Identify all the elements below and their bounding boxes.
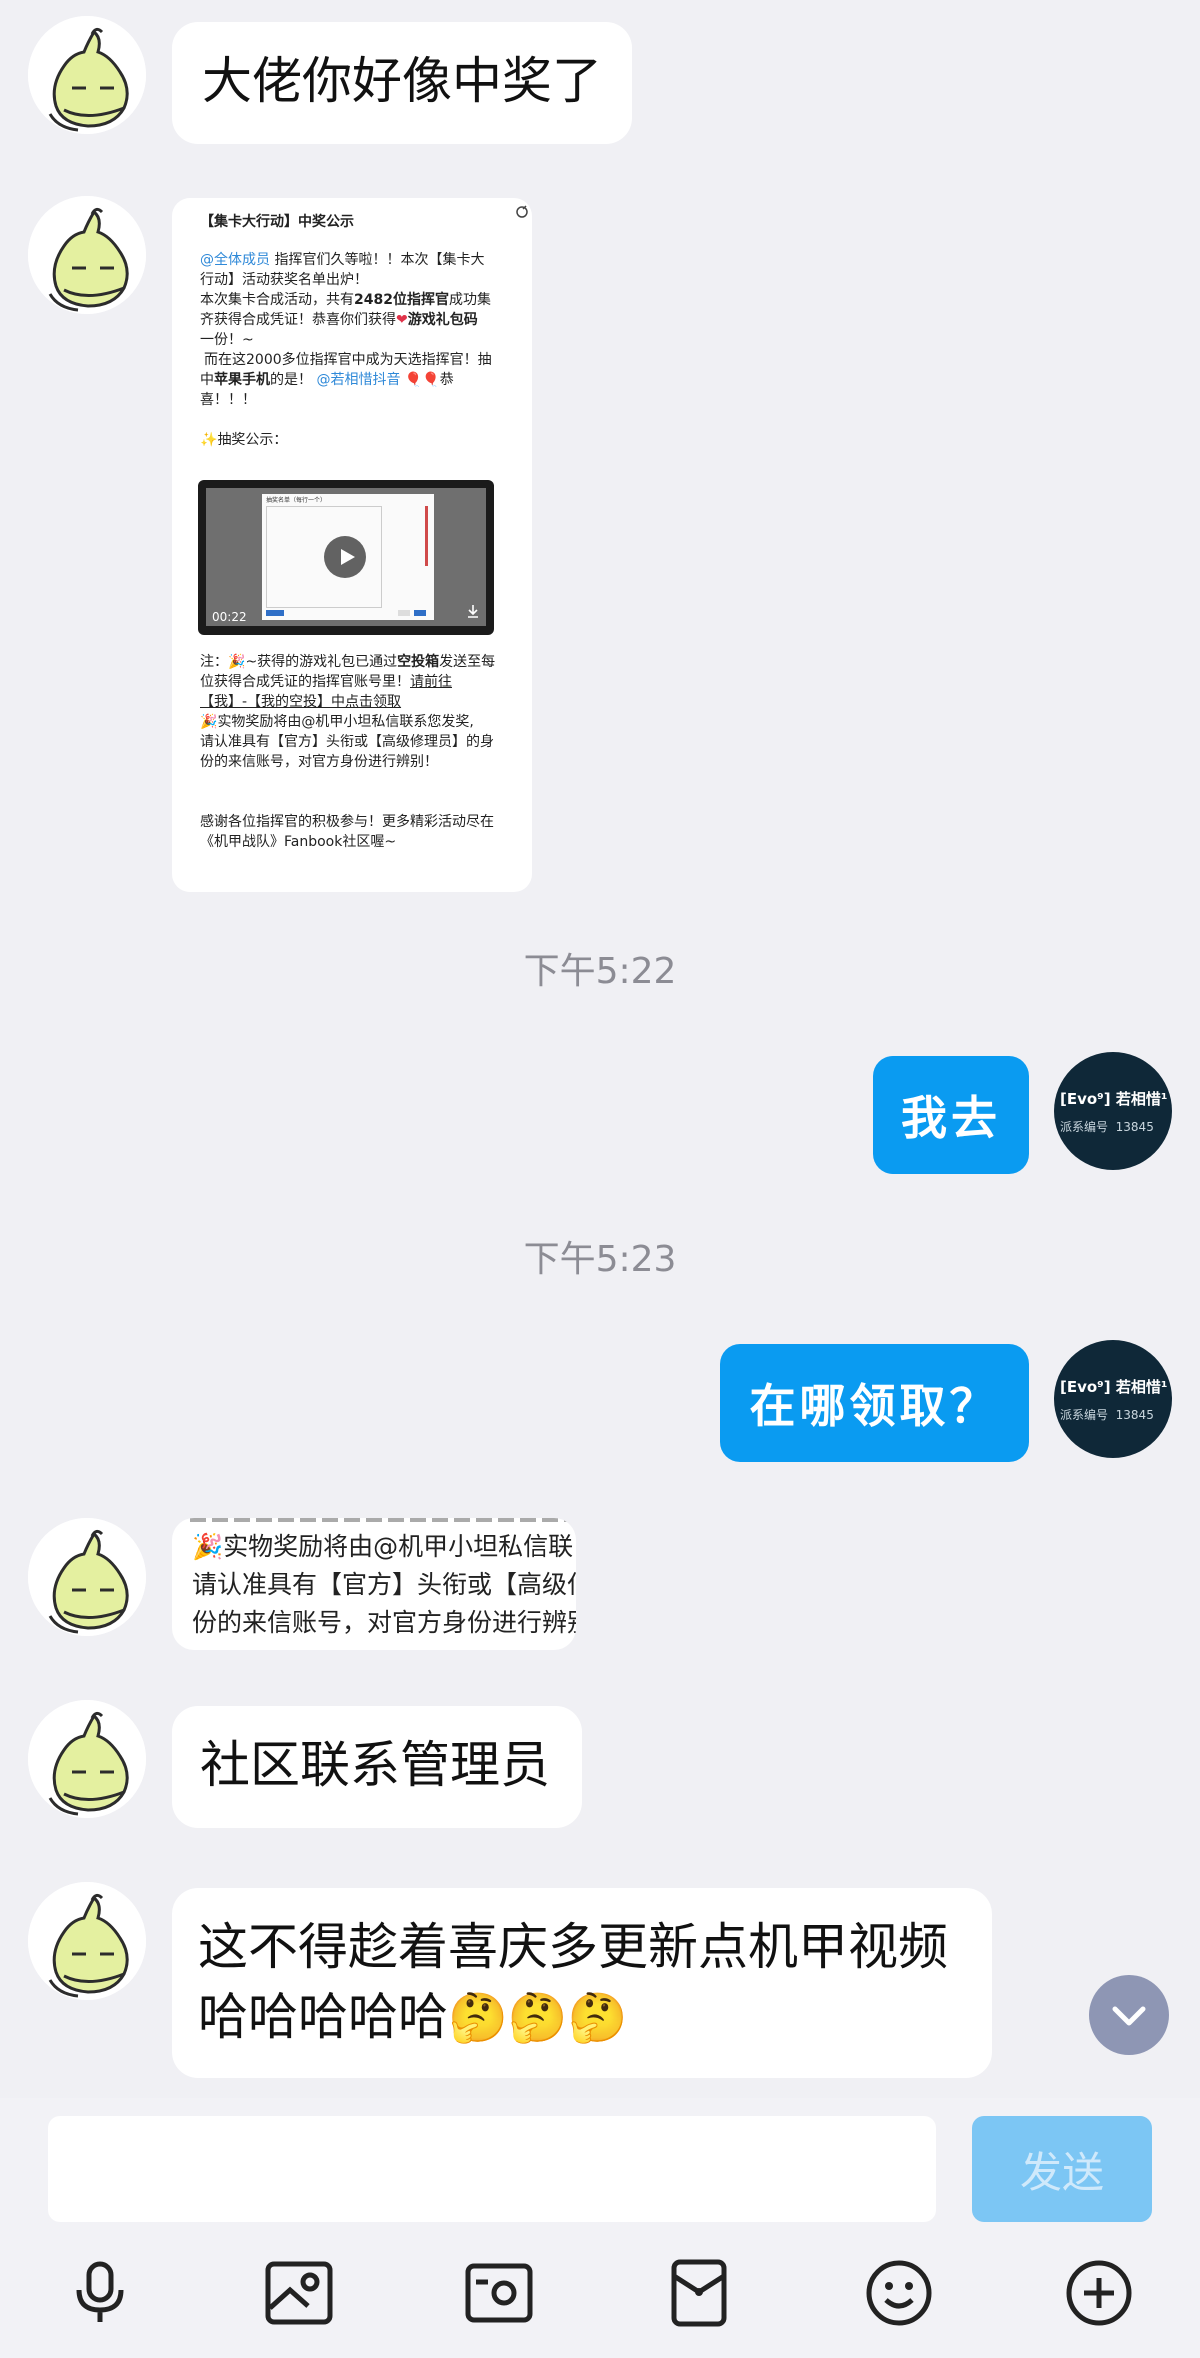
redpacket-icon[interactable] [664, 2258, 734, 2328]
card-title: 【集卡大行动】中奖公示 [200, 214, 354, 230]
timestamp: 下午5:23 [523, 1239, 677, 1280]
avatar[interactable] [28, 16, 146, 134]
card-line: 一份！~ [200, 332, 254, 348]
avatar[interactable] [28, 1518, 146, 1636]
message-text: 社区联系管理员 [200, 1736, 550, 1794]
card-line: 🎉实物奖励将由@机甲小坦私信联系您发奖, [200, 714, 474, 730]
video-thumbnail[interactable]: 抽奖名单（每行一个） 00:22 [198, 480, 494, 635]
avatar[interactable] [28, 1700, 146, 1818]
message-text: 哈哈哈哈哈🤔🤔🤔 [198, 1988, 628, 2046]
card-line: ✨抽奖公示： [200, 432, 288, 448]
input-bar: 发送 [0, 2098, 1200, 2358]
image-message[interactable]: 🎉实物奖励将由@机甲小坦私信联 请认准具有【官方】头衔或【高级仆 份的来信账号，… [172, 1518, 576, 1650]
crop-line: 实物奖励将由@机甲小坦私信联 [223, 1532, 574, 1561]
camera-icon[interactable] [464, 2258, 534, 2328]
message-bubble[interactable]: 大佬你好像中奖了 [172, 22, 632, 144]
timestamp: 下午5:22 [523, 951, 677, 992]
image-icon[interactable] [264, 2258, 334, 2328]
card-line: 齐获得合成凭证！恭喜你们获得❤游戏礼包码 [200, 312, 478, 328]
card-line: 位获得合成凭证的指挥官账号里！请前往 [200, 674, 452, 690]
card-line: 《机甲战队》Fanbook社区喔~ [200, 834, 397, 850]
scroll-to-bottom-button[interactable] [1089, 1975, 1169, 2055]
message-text: 大佬你好像中奖了 [202, 52, 602, 110]
microphone-icon[interactable] [65, 2258, 135, 2328]
avatar-me[interactable]: [Evo⁹] 若相惜¹ 派系编号 13845 [1054, 1052, 1172, 1170]
card-line: 本次集卡合成活动，共有2482位指挥官成功集 [200, 292, 491, 308]
chevron-down-icon [1112, 2006, 1146, 2026]
message-text: 这不得趁着喜庆多更新点机甲视频 [198, 1918, 948, 1976]
play-icon[interactable] [324, 536, 366, 578]
card-line: 【我】-【我的空投】中点击领取 [200, 694, 402, 710]
edit-mark-icon [514, 204, 530, 224]
message-bubble[interactable]: 社区联系管理员 [172, 1706, 582, 1828]
message-bubble-me[interactable]: 我去 [873, 1056, 1029, 1174]
card-line: 喜！！！ [200, 392, 256, 408]
avatar[interactable] [28, 1882, 146, 2000]
card-line: 行动】活动获奖名单出炉！ [200, 272, 368, 288]
avatar[interactable] [28, 196, 146, 314]
message-bubble-me[interactable]: 在哪领取？ [720, 1344, 1029, 1462]
message-text: 在哪领取？ [749, 1379, 1000, 1433]
card-line: 请认准具有【官方】头衔或【高级修理员】的身 [200, 734, 494, 750]
card-line: @全体成员 指挥官们久等啦！！本次【集卡大 [200, 252, 485, 268]
card-line: 注：🎉~获得的游戏礼包已通过空投箱发送至每 [200, 654, 496, 670]
avatar-me[interactable]: [Evo⁹] 若相惜¹ 派系编号 13845 [1054, 1340, 1172, 1458]
crop-line: 请认准具有【官方】头衔或【高级仆 [192, 1570, 576, 1599]
emoji-icon[interactable] [864, 2258, 934, 2328]
message-bubble[interactable]: 这不得趁着喜庆多更新点机甲视频 哈哈哈哈哈🤔🤔🤔 [172, 1888, 992, 2078]
image-message[interactable]: 【集卡大行动】中奖公示 @全体成员 指挥官们久等啦！！本次【集卡大 行动】活动获… [172, 198, 532, 892]
card-line: 而在这2000多位指挥官中成为天选指挥官！抽 [204, 352, 492, 368]
send-button[interactable]: 发送 [972, 2116, 1152, 2222]
video-duration: 00:22 [212, 610, 247, 624]
message-input[interactable] [48, 2116, 936, 2222]
card-line: 感谢各位指挥官的积极参与！更多精彩活动尽在 [200, 814, 494, 830]
card-line: 中苹果手机的是！ @若相惜抖音 🎈🎈恭 [200, 372, 454, 388]
download-icon[interactable] [466, 604, 480, 624]
message-text: 我去 [901, 1091, 1001, 1145]
card-line: 份的来信账号，对官方身份进行辨别！ [200, 754, 438, 770]
plus-icon[interactable] [1064, 2258, 1134, 2328]
crop-line: 份的来信账号，对官方身份进行辨别 [192, 1608, 576, 1637]
